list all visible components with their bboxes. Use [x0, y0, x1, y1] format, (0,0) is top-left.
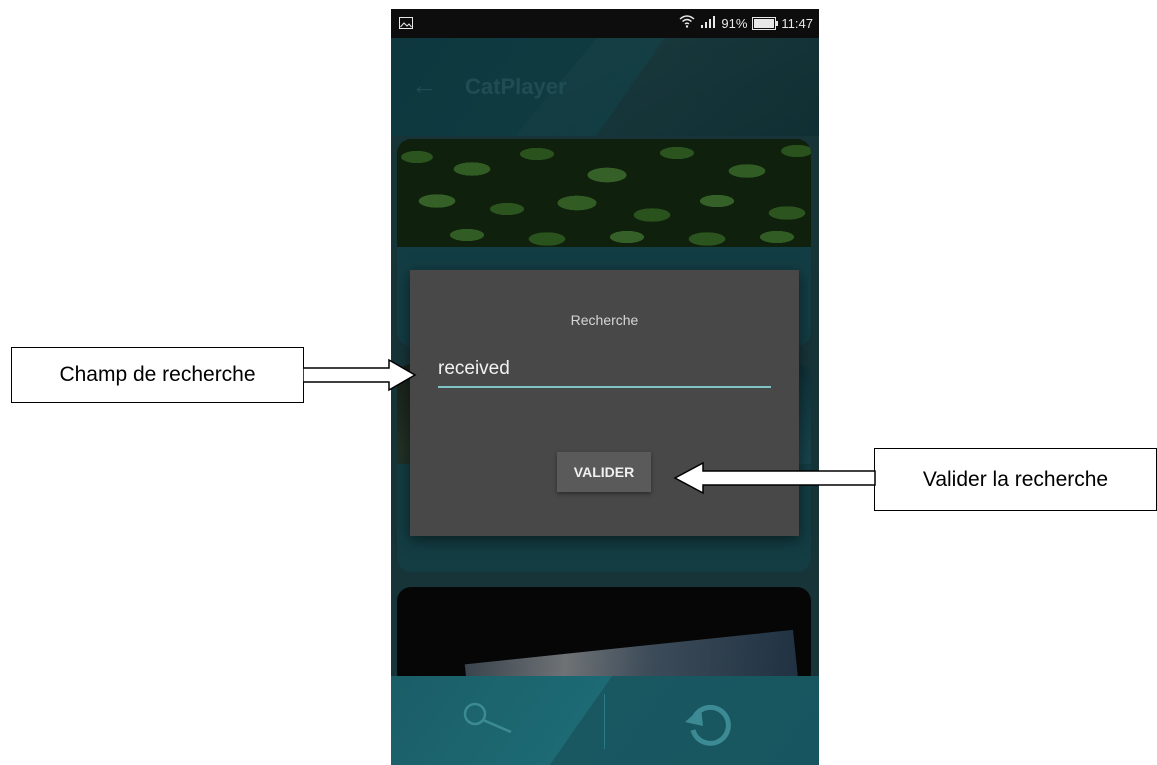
- notification-image-icon: [399, 16, 413, 34]
- submit-callout-label: Valider la recherche: [922, 467, 1109, 491]
- refresh-icon[interactable]: [681, 696, 741, 757]
- battery-percent: 91%: [721, 15, 748, 31]
- valider-button[interactable]: VALIDER: [557, 452, 651, 492]
- search-dialog: Recherche VALIDER: [410, 270, 799, 536]
- status-bar: 91% 11:47: [391, 9, 819, 38]
- battery-icon: [752, 17, 779, 30]
- status-time: 11:47: [781, 15, 813, 31]
- search-field: [438, 354, 771, 388]
- bottom-bar-divider: [604, 694, 605, 749]
- dialog-title: Recherche: [570, 312, 639, 328]
- phone-screen: 91% 11:47 ← CatPlayer Recherche VALIDER: [391, 9, 819, 765]
- bottom-bar: [391, 676, 819, 765]
- callout-arrow-right: [303, 358, 417, 392]
- search-field-callout-label: Champ de recherche: [59, 363, 256, 386]
- callout-arrow-left: [673, 461, 876, 495]
- wifi-icon: [679, 15, 695, 31]
- search-icon[interactable]: [459, 698, 529, 743]
- search-input[interactable]: [438, 354, 771, 384]
- search-field-callout: Champ de recherche: [11, 347, 304, 403]
- submit-callout: Valider la recherche: [874, 448, 1157, 511]
- signal-icon: [700, 15, 716, 31]
